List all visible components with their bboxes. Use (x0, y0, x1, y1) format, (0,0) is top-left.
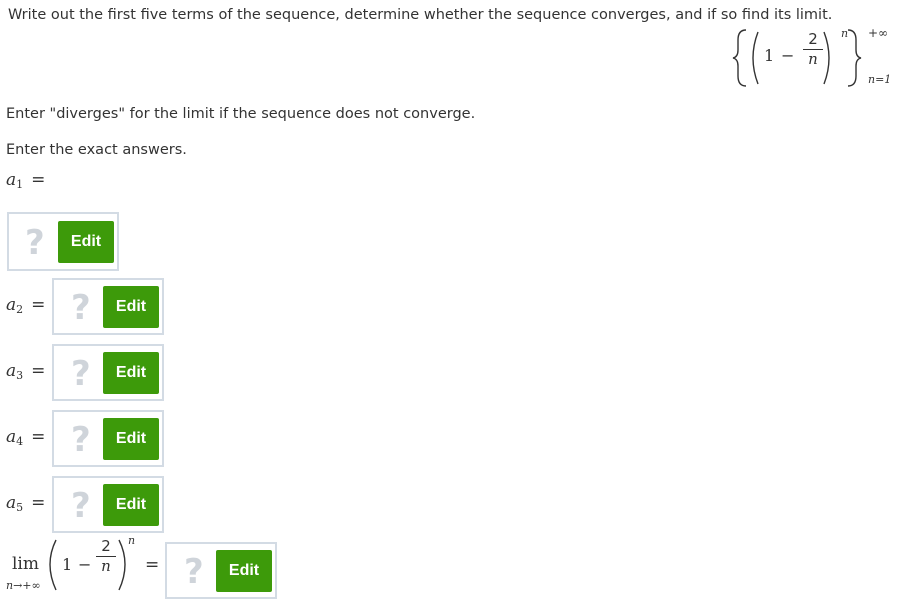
placeholder-question-icon: ? (71, 420, 91, 460)
placeholder-question-icon: ? (71, 354, 91, 394)
term-label-a1: a1 = (6, 170, 46, 191)
formula-exponent: n (841, 27, 849, 40)
answer-box-a1[interactable]: ? Edit (7, 212, 119, 271)
placeholder-question-icon: ? (71, 486, 91, 526)
exact-note: Enter the exact answers. (6, 142, 187, 158)
limit-subscript: n→+∞ (6, 579, 41, 592)
answer-box-limit[interactable]: ? Edit (165, 542, 277, 599)
answer-box-a4[interactable]: ? Edit (52, 410, 164, 467)
placeholder-question-icon: ? (71, 288, 91, 328)
term-label-a3: a3 = (6, 361, 46, 382)
edit-button-a1[interactable]: Edit (58, 221, 114, 263)
term-label-a4: a4 = (6, 427, 46, 448)
limit-denominator: n (101, 557, 111, 575)
term-label-a5: a5 = (6, 493, 46, 514)
term-label-a2: a2 = (6, 295, 46, 316)
formula-lower-limit: n=1 (868, 73, 892, 86)
formula-numerator: 2 (808, 30, 818, 48)
limit-exponent: n (128, 534, 136, 547)
limit-one: 1 (62, 555, 73, 574)
edit-button-a3[interactable]: Edit (103, 352, 159, 394)
limit-lim: lim (12, 554, 39, 574)
answer-box-a5[interactable]: ? Edit (52, 476, 164, 533)
formula-fraction: 2 n (803, 31, 823, 68)
limit-minus: − (78, 555, 92, 574)
formula-minus: − (781, 46, 795, 65)
limit-fraction: 2 n (96, 538, 116, 575)
limit-numerator: 2 (101, 537, 111, 555)
formula-denominator: n (808, 50, 818, 68)
formula-one: 1 (764, 46, 775, 65)
edit-button-limit[interactable]: Edit (216, 550, 272, 592)
edit-button-a2[interactable]: Edit (103, 286, 159, 328)
answer-box-a3[interactable]: ? Edit (52, 344, 164, 401)
formula-upper-limit: +∞ (868, 26, 889, 40)
placeholder-question-icon: ? (25, 223, 45, 263)
instruction-text: Write out the first five terms of the se… (8, 7, 833, 23)
diverges-note: Enter "diverges" for the limit if the se… (6, 106, 476, 122)
limit-equals: = (145, 555, 160, 575)
edit-button-a5[interactable]: Edit (103, 484, 159, 526)
placeholder-question-icon: ? (184, 552, 204, 592)
edit-button-a4[interactable]: Edit (103, 418, 159, 460)
answer-box-a2[interactable]: ? Edit (52, 278, 164, 335)
